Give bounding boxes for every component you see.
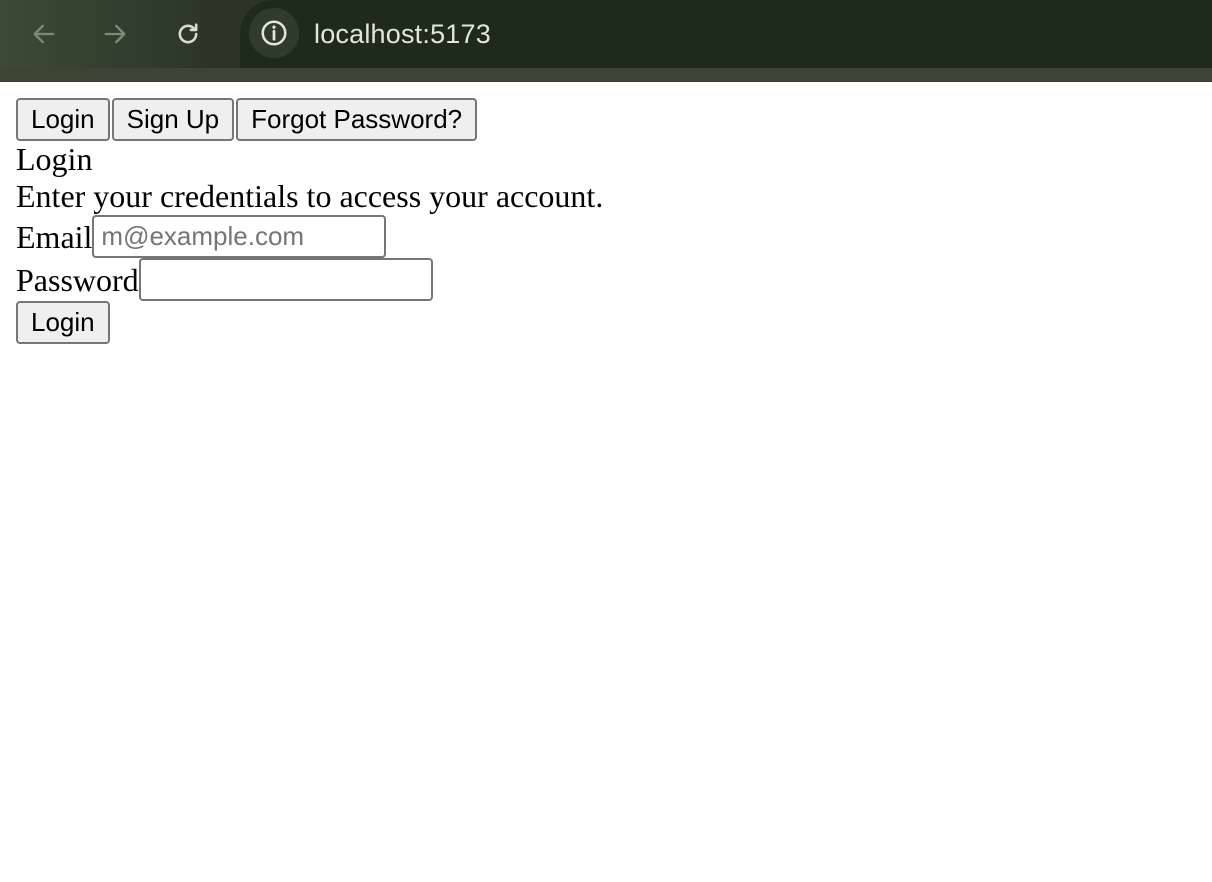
arrow-left-icon — [33, 24, 55, 44]
forward-button[interactable] — [97, 16, 133, 52]
password-row: Password — [16, 258, 1212, 301]
reload-icon — [178, 23, 198, 44]
tab-login-button[interactable]: Login — [16, 98, 110, 141]
back-button[interactable] — [26, 16, 62, 52]
login-submit-button[interactable]: Login — [16, 301, 110, 344]
info-icon — [261, 20, 287, 46]
tab-sign-up-button[interactable]: Sign Up — [111, 98, 235, 141]
password-label: Password — [16, 262, 139, 298]
address-bar[interactable]: localhost:5173 — [240, 0, 1212, 68]
arrow-right-icon — [104, 24, 126, 44]
site-info-button[interactable] — [249, 8, 299, 58]
form-description: Enter your credentials to access your ac… — [16, 178, 604, 214]
email-label: Email — [16, 219, 93, 255]
tab-forgot-password-button[interactable]: Forgot Password? — [236, 98, 478, 141]
reload-button[interactable] — [170, 16, 206, 52]
url-text[interactable]: localhost:5173 — [314, 16, 491, 52]
form-title: Login — [16, 141, 93, 177]
email-field[interactable] — [92, 215, 387, 258]
auth-tabs: Login Sign Up Forgot Password? — [16, 98, 1212, 141]
password-field[interactable] — [138, 258, 433, 301]
submit-row: Login — [16, 301, 1212, 346]
browser-toolbar: localhost:5173 — [0, 0, 1212, 82]
page-content: Login Sign Up Forgot Password? Login Ent… — [16, 98, 1212, 346]
email-row: Email — [16, 215, 1212, 258]
toolbar-bottom-strip — [0, 68, 1212, 82]
